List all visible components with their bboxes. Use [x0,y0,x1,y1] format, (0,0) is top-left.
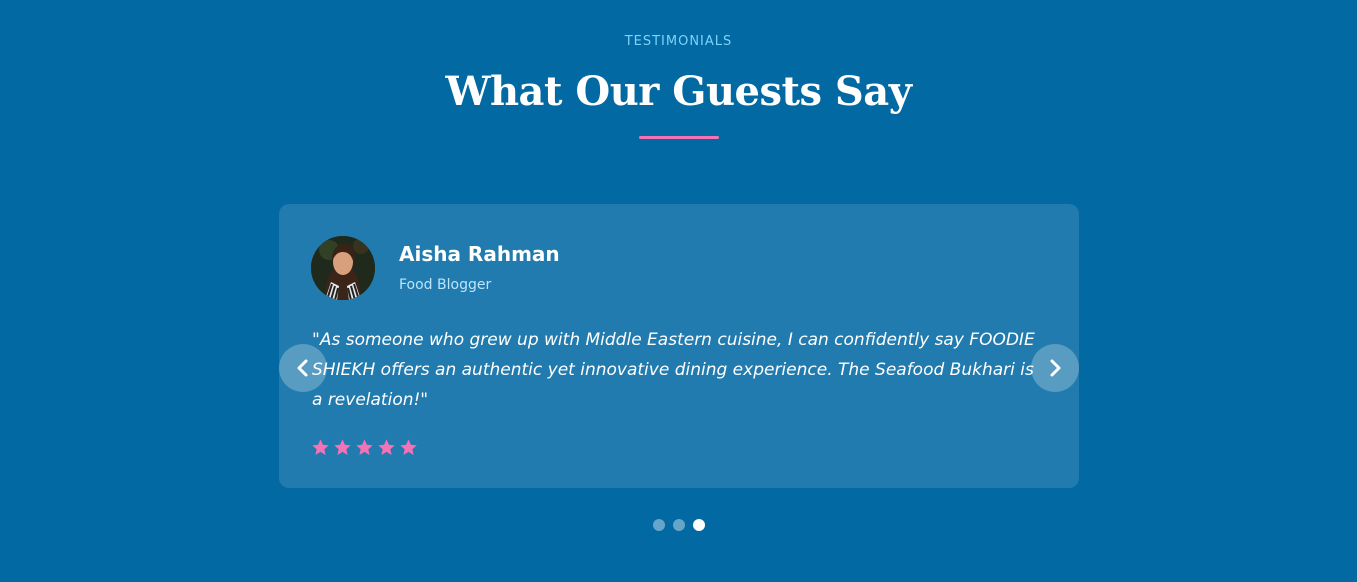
carousel-dot[interactable] [653,519,665,531]
carousel-dot[interactable] [693,519,705,531]
testimonials-section: TESTIMONIALS What Our Guests Say Aisha R… [0,0,1357,582]
chevron-left-icon [297,359,308,377]
section-title: What Our Guests Say [445,68,912,115]
carousel-pagination [653,519,705,531]
carousel-next-button[interactable] [1031,344,1079,392]
avatar-photo-icon [311,236,375,300]
star-icon [334,439,351,456]
star-icon [400,439,417,456]
testimonial-quote: "As someone who grew up with Middle East… [312,330,1035,410]
reviewer-name: Aisha Rahman [399,242,560,266]
star-icon [378,439,395,456]
carousel-prev-button[interactable] [279,344,327,392]
carousel-dot[interactable] [673,519,685,531]
avatar [311,236,375,300]
star-rating [311,438,418,458]
chevron-right-icon [1050,359,1061,377]
reviewer-role: Food Blogger [399,277,492,293]
star-icon [356,439,373,456]
star-icon [312,439,329,456]
title-underline-divider [639,136,719,139]
testimonial-card: Aisha Rahman Food Blogger "As someone wh… [279,204,1079,488]
section-eyebrow: TESTIMONIALS [624,34,733,49]
